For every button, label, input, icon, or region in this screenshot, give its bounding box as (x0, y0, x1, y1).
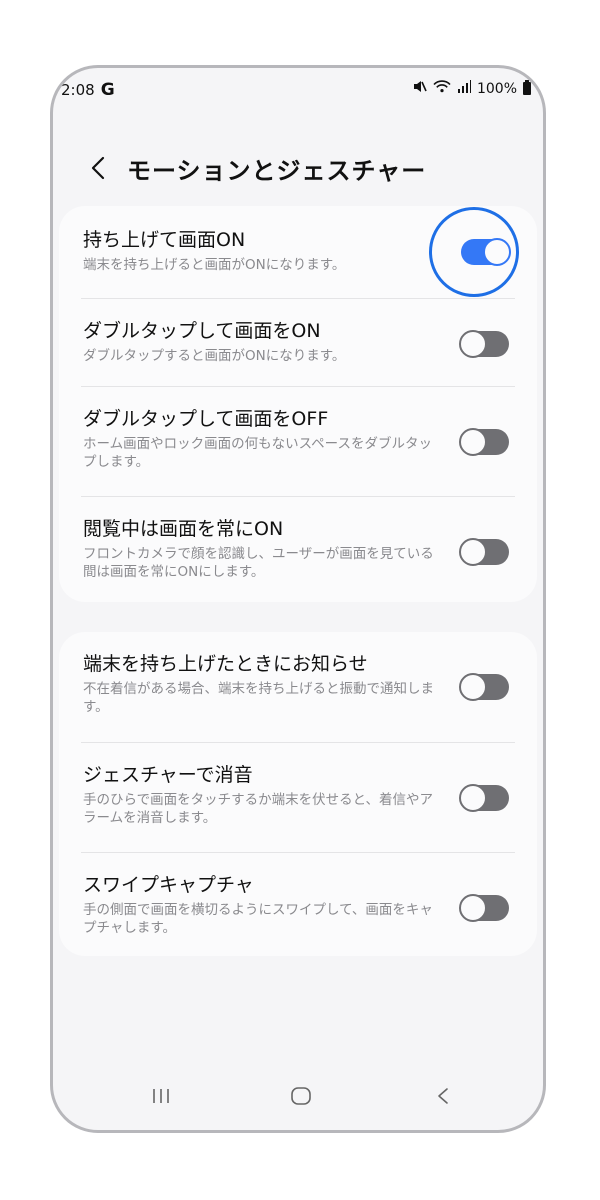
status-left: 2:08 G (61, 80, 115, 100)
setting-row-lift-to-wake[interactable]: 持ち上げて画面ON 端末を持ち上げると画面がONになります。 (81, 206, 519, 298)
settings-group-1: 持ち上げて画面ON 端末を持ち上げると画面がONになります。 ダブルタップして画… (59, 206, 537, 602)
status-bar: 2:08 G 100% (53, 68, 543, 114)
setting-title: 持ち上げて画面ON (83, 229, 246, 251)
toggle-switch-off[interactable] (459, 330, 509, 358)
setting-text: 端末を持ち上げたときにお知らせ 不在着信がある場合、端末を持ち上げると振動で通知… (83, 652, 443, 716)
status-time: 2:08 (61, 81, 95, 99)
setting-text: ジェスチャーで消音 手のひらで画面をタッチするか端末を伏せると、着信やアラームを… (83, 763, 443, 827)
setting-description: ホーム画面やロック画面の何もないスペースをダブルタップします。 (83, 436, 432, 470)
header: モーションとジェスチャー (53, 146, 543, 190)
page-title: モーションとジェスチャー (127, 156, 427, 185)
highlight-ring (429, 207, 519, 297)
setting-title: スワイプキャプチャ (83, 874, 254, 896)
settings-group-2: 端末を持ち上げたときにお知らせ 不在着信がある場合、端末を持ち上げると振動で通知… (59, 632, 537, 956)
setting-text: スワイプキャプチャ 手の側面で画面を横切るようにスワイプして、画面をキャプチャし… (83, 873, 443, 937)
setting-text: ダブルタップして画面をON ダブルタップすると画面がONになります。 (83, 319, 443, 365)
toggle-switch-off[interactable] (459, 894, 509, 922)
toggle-switch-off[interactable] (459, 538, 509, 566)
toggle-switch-off[interactable] (459, 673, 509, 701)
setting-description: 端末を持ち上げると画面がONになります。 (83, 257, 346, 273)
setting-row-double-tap-off[interactable]: ダブルタップして画面をOFF ホーム画面やロック画面の何もないスペースをダブルタ… (81, 386, 515, 496)
toggle-switch-off[interactable] (459, 784, 509, 812)
signal-icon (457, 80, 471, 97)
phone-frame: 2:08 G 100% モーションとジェスチャー 持ち上げて画面ON 端末を持ち… (50, 65, 546, 1133)
toggle-switch-on[interactable] (429, 207, 519, 297)
setting-row-double-tap-on[interactable]: ダブルタップして画面をON ダブルタップすると画面がONになります。 (81, 298, 515, 386)
recent-apps-icon[interactable] (141, 1080, 181, 1112)
setting-title: ダブルタップして画面をOFF (83, 408, 329, 430)
setting-description: 不在着信がある場合、端末を持ち上げると振動で通知します。 (83, 681, 434, 715)
setting-text: ダブルタップして画面をOFF ホーム画面やロック画面の何もないスペースをダブルタ… (83, 407, 443, 471)
setting-text: 閲覧中は画面を常にON フロントカメラで顔を認識し、ユーザーが画面を見ている間は… (83, 517, 443, 581)
battery-percent: 100% (476, 80, 517, 97)
setting-title: 閲覧中は画面を常にON (83, 518, 284, 540)
wifi-icon (433, 80, 451, 97)
toggle-knob (459, 538, 487, 566)
toggle-knob (459, 894, 487, 922)
navigation-bar (53, 1076, 543, 1116)
toggle-knob (459, 428, 487, 456)
setting-row-lift-notify[interactable]: 端末を持ち上げたときにお知らせ 不在着信がある場合、端末を持ち上げると振動で通知… (81, 632, 515, 742)
home-icon[interactable] (281, 1080, 321, 1112)
setting-row-swipe-capture[interactable]: スワイプキャプチャ 手の側面で画面を横切るようにスワイプして、画面をキャプチャし… (81, 852, 515, 956)
setting-title: ダブルタップして画面をON (83, 320, 321, 342)
toggle-knob (459, 673, 487, 701)
battery-icon (523, 80, 531, 95)
toggle-knob (459, 330, 487, 358)
back-icon[interactable] (423, 1080, 463, 1112)
status-right: 100% (413, 80, 531, 97)
setting-description: 手のひらで画面をタッチするか端末を伏せると、着信やアラームを消音します。 (83, 792, 434, 826)
setting-title: 端末を持ち上げたときにお知らせ (83, 653, 368, 675)
setting-description: ダブルタップすると画面がONになります。 (83, 348, 346, 364)
setting-row-keep-screen-on[interactable]: 閲覧中は画面を常にON フロントカメラで顔を認識し、ユーザーが画面を見ている間は… (81, 496, 515, 602)
setting-title: ジェスチャーで消音 (83, 764, 253, 786)
setting-text: 持ち上げて画面ON 端末を持ち上げると画面がONになります。 (83, 228, 443, 274)
google-icon: G (100, 80, 115, 100)
setting-row-gesture-mute[interactable]: ジェスチャーで消音 手のひらで画面をタッチするか端末を伏せると、着信やアラームを… (81, 742, 515, 852)
setting-description: 手の側面で画面を横切るようにスワイプして、画面をキャプチャします。 (83, 902, 433, 936)
chevron-left-icon[interactable] (81, 151, 115, 185)
toggle-knob (459, 784, 487, 812)
mute-icon (413, 80, 427, 97)
toggle-switch-off[interactable] (459, 428, 509, 456)
setting-description: フロントカメラで顔を認識し、ユーザーが画面を見ている間は画面を常にONにします。 (83, 546, 434, 580)
